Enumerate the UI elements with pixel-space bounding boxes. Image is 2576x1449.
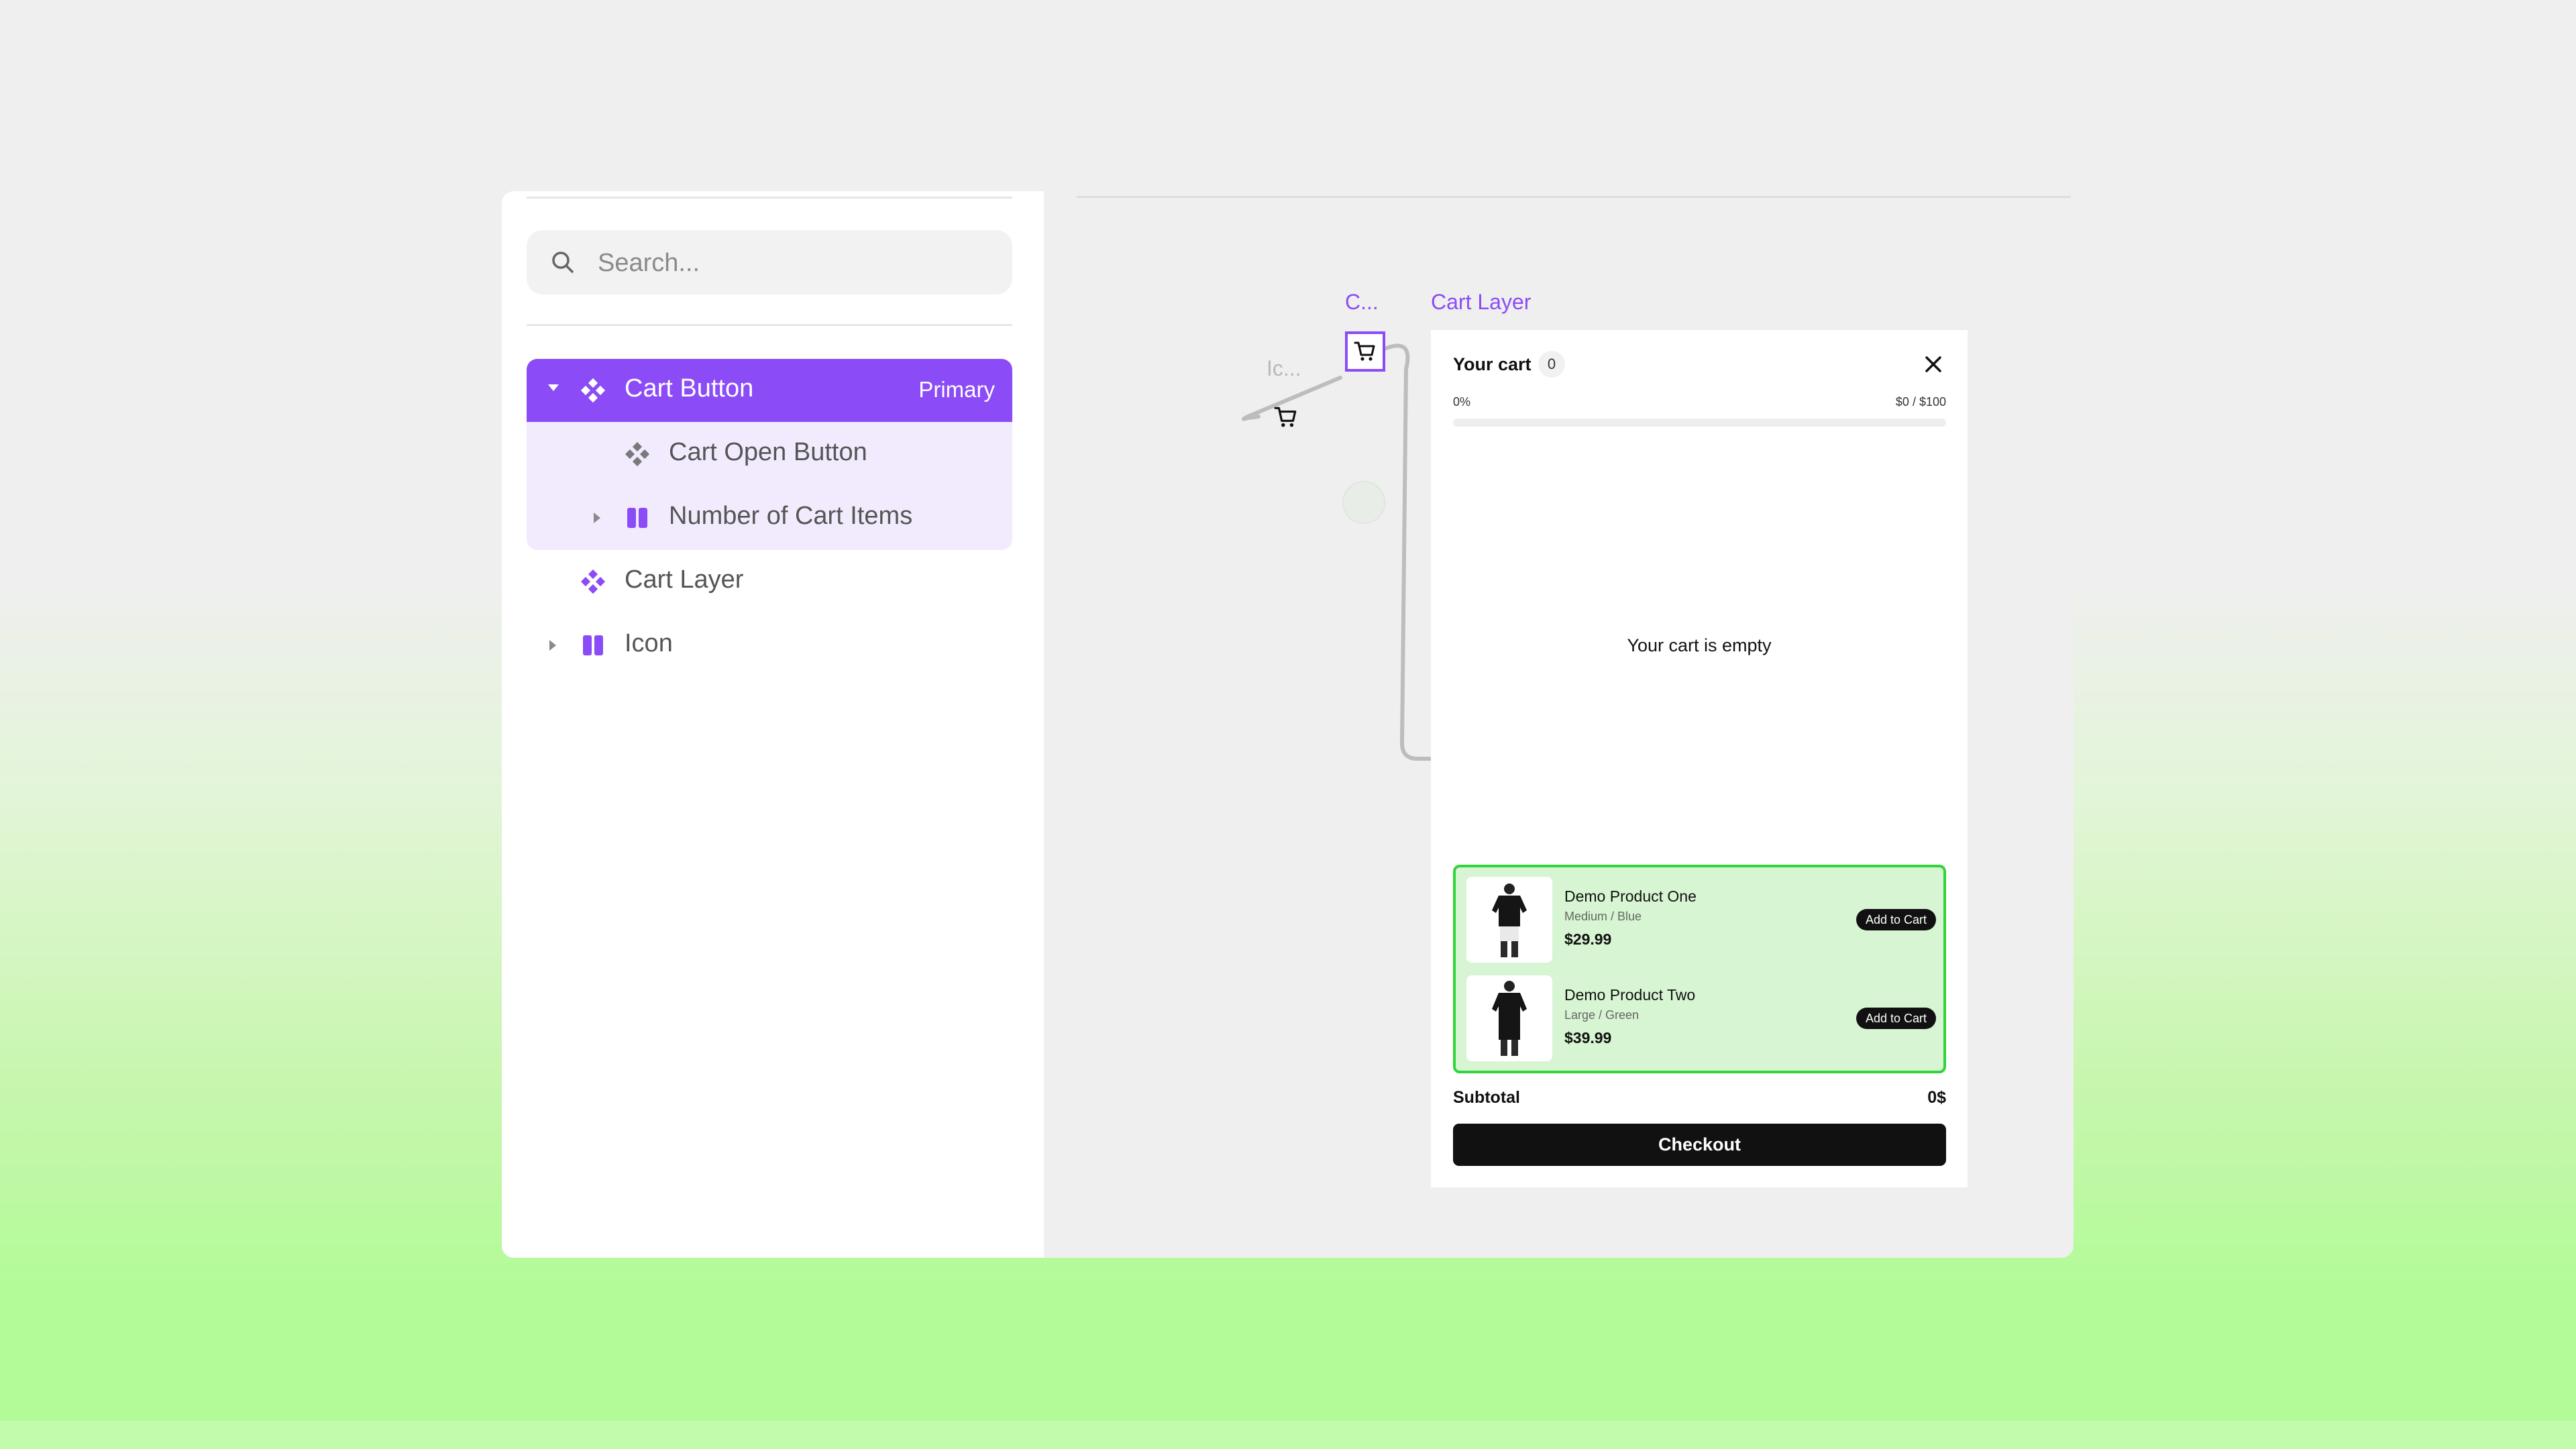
product-card[interactable]: Demo Product Two Large / Green $39.99 Ad… [1466,975,1936,1061]
checkout-button[interactable]: Checkout [1453,1124,1946,1166]
progress-percent: 0% [1453,395,1471,409]
product-price: $29.99 [1564,930,1612,948]
cart-icon[interactable] [1273,405,1299,430]
product-image [1466,877,1552,963]
icon-frame-label[interactable]: Ic... [1267,356,1301,381]
empty-cart-message: Your cart is empty [1627,635,1772,655]
add-to-cart-button[interactable]: Add to Cart [1856,1008,1936,1029]
editor-window: Cart Button Primary Cart Open Button [502,191,2074,1258]
cart-layer-frame-label[interactable]: Cart Layer [1431,290,1531,315]
product-image [1466,975,1552,1061]
subtotal-label: Subtotal [1453,1088,1520,1107]
add-to-cart-button[interactable]: Add to Cart [1856,909,1936,930]
cart-count-badge: 0 [1538,351,1565,378]
product-name: Demo Product One [1564,888,1697,905]
close-icon[interactable] [1922,353,1945,376]
product-variant: Medium / Blue [1564,910,1642,923]
cart-count-bubble[interactable] [1342,481,1385,524]
subtotal-value: 0$ [1927,1088,1946,1107]
free-shipping-progress-bar [1453,419,1946,427]
product-card[interactable]: Demo Product One Medium / Blue $29.99 Ad… [1466,877,1936,963]
cart-icon [1354,341,1375,361]
product-name: Demo Product Two [1564,986,1696,1004]
cart-button-frame[interactable] [1345,331,1385,372]
recommended-products: Demo Product One Medium / Blue $29.99 Ad… [1453,865,1946,1073]
cart-button-frame-label[interactable]: C... [1345,290,1379,315]
cart-layer-panel: Your cart 0 0% $0 / $100 Your cart is em… [1431,330,1968,1187]
cart-title: Your cart [1453,354,1532,374]
product-variant: Large / Green [1564,1008,1640,1022]
product-price: $39.99 [1564,1029,1612,1046]
progress-amount: $0 / $100 [1895,395,1946,409]
